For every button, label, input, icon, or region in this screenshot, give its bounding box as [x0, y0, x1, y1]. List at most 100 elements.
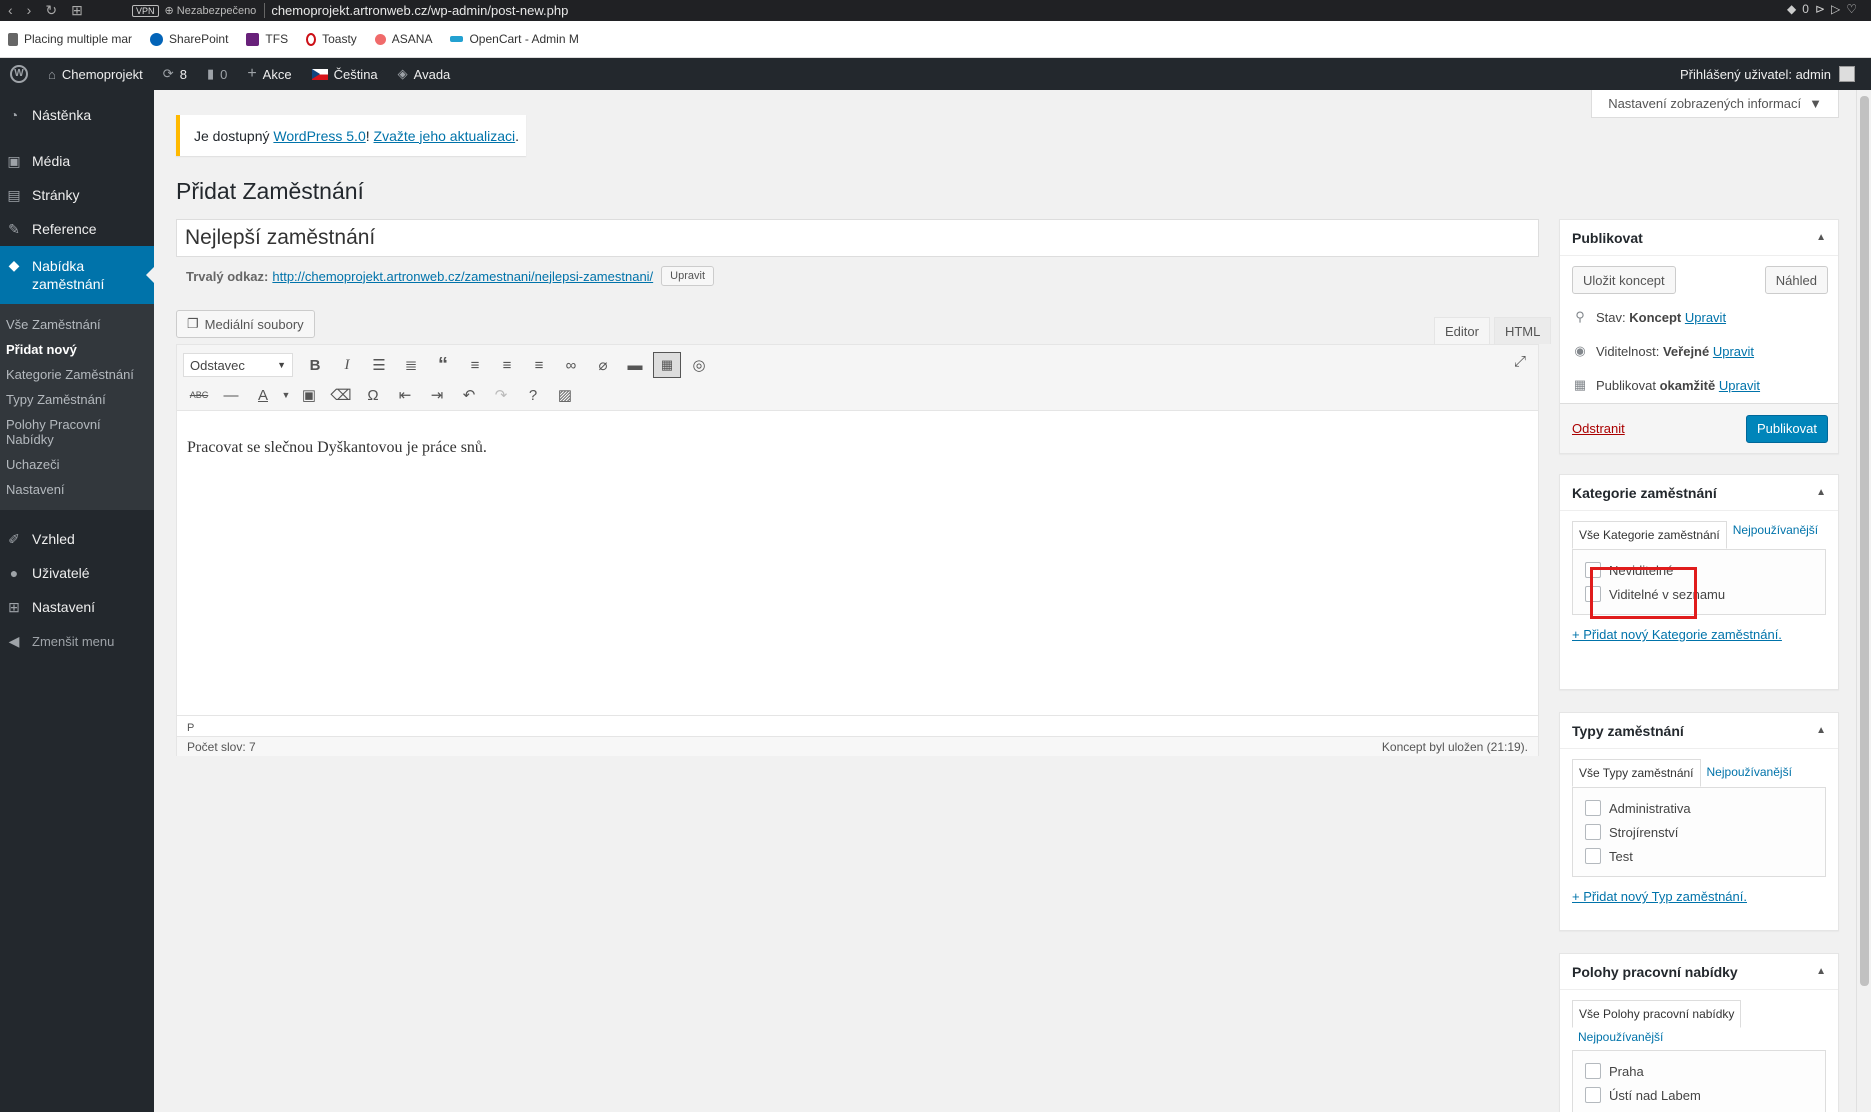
- types-box-header[interactable]: Typy zaměstnání ▲: [1560, 713, 1838, 749]
- submenu-job-categories[interactable]: Kategorie Zaměstnání: [0, 362, 154, 387]
- preview-button[interactable]: Náhled: [1764, 266, 1828, 294]
- sidebar-item-dashboard[interactable]: ◔ Nástěnka: [0, 98, 154, 132]
- collapse-arrow-icon[interactable]: ▲: [1816, 232, 1826, 243]
- grid-icon[interactable]: ⊞: [71, 2, 83, 19]
- edit-visibility-link[interactable]: Upravit: [1713, 344, 1754, 359]
- page-scrollbar[interactable]: [1856, 90, 1871, 1112]
- collapse-menu[interactable]: ◀ Zmenšit menu: [0, 624, 154, 658]
- extension-icon[interactable]: ◆: [1787, 2, 1796, 16]
- fullscreen-icon[interactable]: ⤢: [1514, 353, 1526, 370]
- send-icon[interactable]: ▷: [1831, 2, 1840, 16]
- tab-visual[interactable]: Editor: [1434, 317, 1490, 344]
- edit-permalink-button[interactable]: Upravit: [661, 266, 715, 286]
- checkbox[interactable]: [1585, 1087, 1601, 1103]
- sidebar-item-appearance[interactable]: ✐ Vzhled: [0, 522, 154, 556]
- add-new-category-link[interactable]: + Přidat nový Kategorie zaměstnání.: [1572, 627, 1782, 642]
- list-item[interactable]: Administrativa: [1573, 796, 1825, 820]
- positions-box-header[interactable]: Polohy pracovní nabídky ▲: [1560, 954, 1838, 990]
- checkbox[interactable]: [1585, 824, 1601, 840]
- publish-button[interactable]: Publikovat: [1746, 414, 1828, 443]
- strikethrough-icon[interactable]: ABC: [183, 381, 215, 409]
- tab-popular-types[interactable]: Nejpoužívanější: [1701, 759, 1798, 787]
- extension-badge[interactable]: 0: [1802, 2, 1809, 16]
- blockquote-icon[interactable]: “: [427, 351, 459, 379]
- unlink-icon[interactable]: ⌀: [587, 351, 619, 379]
- sidebar-item-jobs[interactable]: ◆ Nabídka zaměstnání: [0, 246, 154, 304]
- flow-icon[interactable]: ⊳: [1815, 2, 1825, 16]
- delete-link[interactable]: Odstranit: [1572, 421, 1625, 436]
- submenu-job-positions[interactable]: Polohy Pracovní Nabídky: [0, 412, 154, 452]
- editor-content[interactable]: Pracovat se slečnou Dyškantovou je práce…: [177, 411, 1538, 485]
- sidebar-item-pages[interactable]: ▤ Stránky: [0, 178, 154, 212]
- horizontal-line-icon[interactable]: —: [215, 381, 247, 409]
- add-new-type-link[interactable]: + Přidat nový Typ zaměstnání.: [1572, 889, 1747, 904]
- sidebar-item-reference[interactable]: ✎ Reference: [0, 212, 154, 246]
- caret-down-icon[interactable]: ▼: [279, 381, 293, 409]
- checkbox[interactable]: [1585, 848, 1601, 864]
- align-right-icon[interactable]: ≡: [523, 351, 555, 379]
- security-indicator[interactable]: ⊕ Nezabezpečeno: [165, 4, 257, 17]
- list-item[interactable]: Praha: [1573, 1059, 1825, 1083]
- redo-icon[interactable]: ↷: [485, 381, 517, 409]
- tab-all-categories[interactable]: Vše Kategorie zaměstnání: [1572, 521, 1727, 549]
- paste-text-icon[interactable]: ▣: [293, 381, 325, 409]
- submenu-add-new[interactable]: Přidat nový: [0, 337, 154, 362]
- tab-html[interactable]: HTML: [1493, 317, 1552, 344]
- text-color-icon[interactable]: A: [247, 381, 279, 409]
- bookmark-sharepoint[interactable]: SharePoint: [150, 32, 228, 46]
- element-path[interactable]: P: [187, 722, 194, 734]
- user-account[interactable]: Přihlášený uživatel: admin: [1680, 58, 1855, 90]
- sidebar-item-media[interactable]: ▣ Média: [0, 144, 154, 178]
- link-icon[interactable]: ∞: [555, 351, 587, 379]
- align-center-icon[interactable]: ≡: [491, 351, 523, 379]
- tab-all-types[interactable]: Vše Typy zaměstnání: [1572, 759, 1701, 787]
- italic-icon[interactable]: I: [331, 351, 363, 379]
- bookmark-tfs[interactable]: TFS: [246, 32, 288, 46]
- collapse-arrow-icon[interactable]: ▲: [1816, 966, 1826, 977]
- list-item[interactable]: Test: [1573, 844, 1825, 868]
- collapse-arrow-icon[interactable]: ▲: [1816, 487, 1826, 498]
- collapse-arrow-icon[interactable]: ▲: [1816, 725, 1826, 736]
- image-icon[interactable]: ▨: [549, 381, 581, 409]
- add-media-button[interactable]: ❐ Mediální soubory: [176, 310, 315, 338]
- save-draft-button[interactable]: Uložit koncept: [1572, 266, 1676, 294]
- bold-icon[interactable]: B: [299, 351, 331, 379]
- numbered-list-icon[interactable]: ≣: [395, 351, 427, 379]
- bookmark-opencart[interactable]: OpenCart - Admin M: [450, 32, 579, 46]
- address-bar[interactable]: chemoprojekt.artronweb.cz/wp-admin/post-…: [264, 3, 568, 18]
- post-title-input[interactable]: Nejlepší zaměstnání: [176, 219, 1539, 257]
- undo-icon[interactable]: ↶: [453, 381, 485, 409]
- wordpress-version-link[interactable]: WordPress 5.0: [273, 128, 365, 144]
- edit-status-link[interactable]: Upravit: [1685, 310, 1726, 325]
- indent-icon[interactable]: ⇥: [421, 381, 453, 409]
- toolbar-toggle-icon[interactable]: ▦: [653, 352, 681, 378]
- read-more-icon[interactable]: ▬: [619, 351, 651, 379]
- bookmark-asana[interactable]: ASANA: [374, 32, 432, 46]
- bookmark-toasty[interactable]: Toasty: [306, 32, 357, 46]
- list-item[interactable]: Strojírenství: [1573, 820, 1825, 844]
- checkbox[interactable]: [1585, 1063, 1601, 1079]
- publish-box-header[interactable]: Publikovat ▲: [1560, 220, 1838, 256]
- forward-icon[interactable]: ›: [27, 2, 32, 19]
- vpn-badge[interactable]: VPN: [132, 4, 159, 17]
- categories-box-header[interactable]: Kategorie zaměstnání ▲: [1560, 475, 1838, 511]
- updates-link[interactable]: ⟳ 8: [153, 58, 197, 90]
- edit-schedule-link[interactable]: Upravit: [1719, 378, 1760, 393]
- tab-popular-positions[interactable]: Nejpoužívanější: [1572, 1028, 1669, 1050]
- bullet-list-icon[interactable]: ☰: [363, 351, 395, 379]
- help-icon[interactable]: ?: [517, 381, 549, 409]
- clear-formatting-icon[interactable]: ⌫: [325, 381, 357, 409]
- align-left-icon[interactable]: ≡: [459, 351, 491, 379]
- reload-icon[interactable]: ↻: [45, 2, 57, 19]
- list-item[interactable]: Ústí nad Labem: [1573, 1083, 1825, 1107]
- tab-all-positions[interactable]: Vše Polohy pracovní nabídky: [1572, 1000, 1742, 1028]
- new-content-link[interactable]: + Akce: [237, 58, 301, 90]
- layers-icon[interactable]: ◎: [683, 351, 715, 379]
- submenu-applicants[interactable]: Uchazeči: [0, 452, 154, 477]
- bookmark-placing[interactable]: Placing multiple mar: [8, 32, 132, 46]
- site-name[interactable]: ⌂ Chemoprojekt: [38, 58, 153, 90]
- scrollbar-thumb[interactable]: [1860, 96, 1869, 986]
- checkbox[interactable]: [1585, 800, 1601, 816]
- heart-icon[interactable]: ♡: [1846, 2, 1857, 16]
- back-icon[interactable]: ‹: [8, 2, 13, 19]
